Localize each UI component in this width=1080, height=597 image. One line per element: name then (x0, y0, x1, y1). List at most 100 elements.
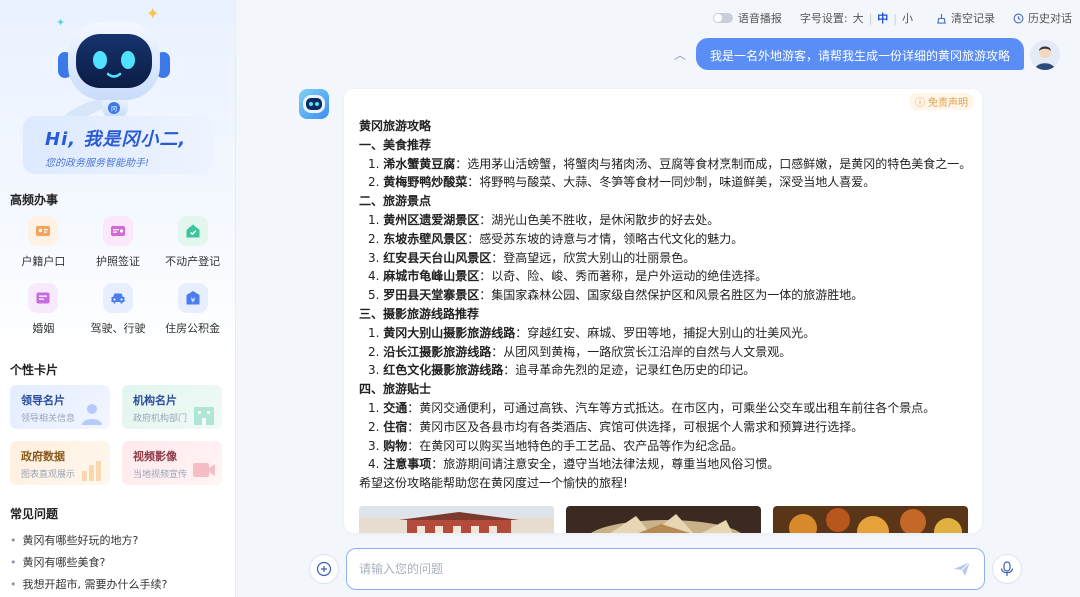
item-name: 浠水蟹黄豆腐 (383, 156, 456, 171)
font-size-small[interactable]: 小 (897, 10, 918, 26)
answer-list-item: 3. 红安县天台山风景区：登高望远，欣赏大别山的壮丽景色。 (359, 249, 982, 268)
item-number: 1. (368, 400, 380, 415)
sidebar: ✦ ✦ 冈 Hi, 我是冈小二, 您的政务服务智能助手! 高频办事 户籍户口 护… (0, 0, 236, 597)
faq-item[interactable]: 黄冈有哪些好玩的地方? (10, 532, 167, 548)
item-name: 沿长江摄影旅游线路 (383, 344, 492, 359)
item-number: 3. (368, 438, 380, 453)
answer-list-item: 5. 罗田县天堂寨景区：集国家森林公园、国家级自然保护区和风景名胜区为一体的旅游… (359, 286, 982, 305)
card-video[interactable]: 视频影像 当地视频宣传 (122, 441, 222, 485)
item-number: 3. (368, 250, 380, 265)
voice-broadcast-toggle[interactable]: 语音播报 (712, 10, 782, 26)
font-size-large[interactable]: 大 (848, 10, 869, 26)
item-description: ：在黄冈可以购买当地特色的手工艺品、农产品等作为纪念品。 (407, 438, 744, 453)
answer-section-heading: 三、摄影旅游线路推荐 (359, 306, 480, 321)
item-number: 3. (368, 363, 380, 378)
disclaimer-button[interactable]: ⓘ 免责声明 (909, 93, 974, 110)
info-icon: ⓘ (915, 98, 925, 109)
item-name: 麻城市龟峰山景区 (383, 269, 480, 284)
service-driving[interactable]: 驾驶、行驶 (81, 283, 156, 336)
passport-icon (102, 216, 133, 246)
card-government-data[interactable]: 政府数据 图表直观展示 (10, 441, 110, 485)
font-size-medium[interactable]: 中 (872, 10, 893, 26)
item-name: 交通 (383, 400, 408, 415)
svg-text:¥: ¥ (190, 297, 195, 305)
item-number: 1. (368, 156, 380, 171)
item-name: 红安县天台山风景区 (383, 250, 492, 265)
item-name: 黄梅野鸭炒酸菜 (383, 175, 468, 190)
service-property[interactable]: 不动产登记 (155, 216, 230, 269)
faq-item[interactable]: 我想开超市, 需要办什么手续? (10, 576, 168, 592)
user-message-bubble: 我是一名外地游客，请帮我生成一份详细的黄冈旅游攻略 (695, 38, 1024, 70)
history-label: 历史对话 (1028, 12, 1072, 25)
toggle-switch[interactable] (712, 13, 733, 23)
font-size-setting: 字号设置: 大 | 中 | 小 (800, 10, 918, 26)
item-number: 1. (368, 212, 380, 227)
clear-history-button[interactable]: 清空记录 (936, 10, 995, 26)
item-description: ：旅游期间请注意安全，遵守当地法律法规，尊重当地风俗习惯。 (431, 457, 780, 472)
service-label: 护照签证 (95, 255, 140, 268)
answer-list-item: 4. 注意事项：旅游期间请注意安全，遵守当地法律法规，尊重当地风俗习惯。 (359, 455, 982, 474)
item-name: 罗田县天堂寨景区 (383, 288, 480, 303)
building-icon (194, 407, 214, 425)
plus-circle-icon (316, 561, 332, 577)
answer-list-item: 2. 沿长江摄影旅游线路：从团风到黄梅，一路欣赏长江沿岸的自然与人文景观。 (359, 343, 982, 362)
item-name: 红色文化摄影旅游线路 (383, 363, 504, 378)
food-photo (566, 506, 761, 533)
chat-input-box (346, 548, 985, 590)
service-grid: 户籍户口 护照签证 不动产登记 婚姻 驾驶、行驶 ¥ 住房公积金 (6, 216, 230, 336)
item-description: ：黄冈交通便利，可通过高铁、汽车等方式抵达。在市区内，可乘坐公交车或出租车前往各… (407, 400, 936, 415)
item-number: 2. (368, 344, 380, 359)
welcome-title: Hi, 我是冈小二, (45, 129, 187, 150)
faq-item[interactable]: 黄冈有哪些美食? (10, 554, 167, 570)
bar-chart-icon (82, 461, 101, 481)
item-description: ：登高望远，欣赏大别山的壮丽景色。 (491, 250, 696, 265)
item-name: 东坡赤壁风景区 (383, 231, 468, 246)
welcome-banner: Hi, 我是冈小二, 您的政务服务智能助手! (23, 116, 213, 174)
service-label: 婚姻 (32, 322, 55, 335)
answer-section-heading: 二、旅游景点 (359, 194, 432, 209)
answer-title: 黄冈旅游攻略 (359, 119, 432, 133)
add-button[interactable] (309, 554, 339, 584)
answer-list-item: 3. 购物：在黄冈可以购买当地特色的手工艺品、农产品等作为纪念品。 (359, 437, 982, 456)
photo-dish[interactable] (773, 506, 968, 533)
bot-avatar (299, 89, 329, 119)
card-grid: 领导名片 领导相关信息 机构名片 政府机构部门 政府数据 图表直观展示 视频影像… (10, 385, 222, 485)
fund-icon: ¥ (177, 283, 208, 313)
disclaimer-label: 免责声明 (928, 98, 968, 109)
item-description: ：追寻革命先烈的足迹，记录红色历史的印记。 (503, 363, 756, 378)
welcome-subtitle: 您的政务服务智能助手! (45, 158, 150, 169)
answer-content: 黄冈旅游攻略 一、美食推荐 1. 浠水蟹黄豆腐：选用茅山活螃蟹，将蟹肉与猪肉汤、豆… (344, 89, 982, 493)
id-card-icon (28, 216, 59, 246)
service-label: 住房公积金 (165, 322, 221, 335)
video-icon (193, 463, 215, 477)
answer-list-item: 2. 住宿：黄冈市区及各县市均有各类酒店、宾馆可供选择，可根据个人需求和预算进行… (359, 418, 982, 437)
building-photo (359, 506, 554, 533)
item-number: 2. (368, 231, 380, 246)
item-description: ：以奇、险、峻、秀而著称，是户外运动的绝佳选择。 (479, 269, 768, 284)
photo-hotpot[interactable] (566, 506, 761, 533)
voice-label: 语音播报 (737, 12, 782, 25)
item-name: 住宿 (383, 419, 408, 434)
sparkle-icon: ✦ (56, 16, 66, 29)
robot-icon (303, 95, 325, 113)
history-button[interactable]: 历史对话 (1013, 10, 1072, 26)
service-housing-fund[interactable]: ¥ 住房公积金 (155, 283, 230, 336)
send-icon[interactable] (952, 559, 972, 579)
card-leader[interactable]: 领导名片 领导相关信息 (10, 385, 110, 429)
certificate-icon (28, 283, 59, 313)
voice-input-button[interactable] (992, 554, 1022, 584)
card-organization[interactable]: 机构名片 政府机构部门 (122, 385, 222, 429)
chevron-up-icon[interactable]: ︿ (674, 46, 686, 63)
item-number: 4. (368, 269, 380, 284)
service-household[interactable]: 户籍户口 (6, 216, 81, 269)
service-passport[interactable]: 护照签证 (81, 216, 156, 269)
robot-mascot: ✦ ✦ 冈 (48, 4, 178, 126)
item-description: ：感受苏东坡的诗意与才情，领略古代文化的魅力。 (467, 231, 744, 246)
item-description: ：将野鸭与酸菜、大蒜、冬笋等食材一同炒制，味道鲜美，深受当地人喜爱。 (467, 175, 876, 190)
service-marriage[interactable]: 婚姻 (6, 283, 81, 336)
photo-architecture[interactable] (359, 506, 554, 533)
item-name: 购物 (383, 438, 408, 453)
answer-section-heading: 四、旅游贴士 (359, 382, 432, 397)
question-input[interactable] (359, 562, 952, 576)
house-icon (177, 216, 208, 246)
